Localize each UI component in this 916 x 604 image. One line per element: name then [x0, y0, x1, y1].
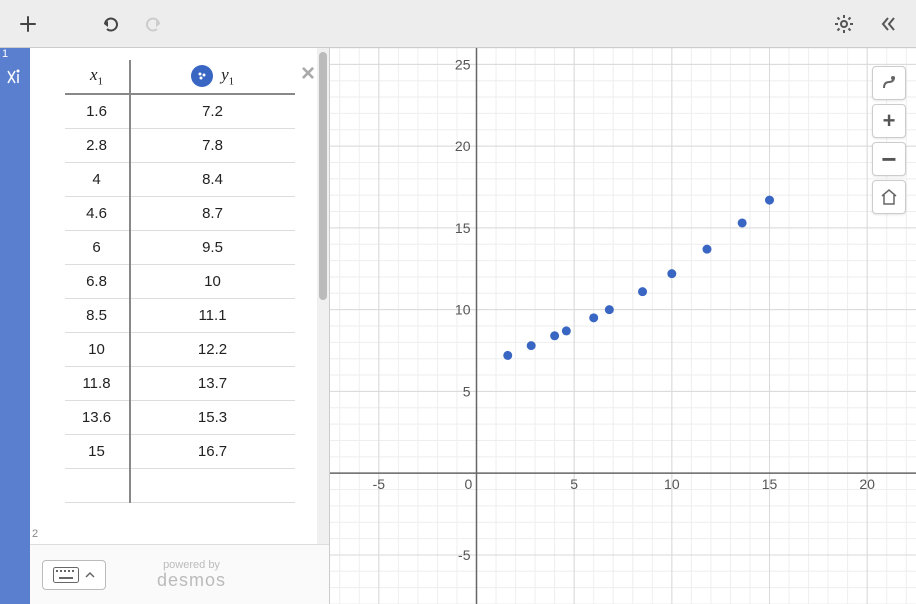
cell-y[interactable]: 15.3: [130, 400, 295, 434]
undo-button[interactable]: [92, 6, 128, 42]
svg-text:15: 15: [762, 476, 778, 492]
table-row[interactable]: 69.5: [65, 230, 295, 264]
cell-x[interactable]: 4.6: [65, 196, 130, 230]
svg-text:15: 15: [455, 220, 471, 236]
cell-y[interactable]: 7.8: [130, 128, 295, 162]
graph-settings-button[interactable]: [872, 66, 906, 100]
table-row[interactable]: 48.4: [65, 162, 295, 196]
settings-button[interactable]: [826, 6, 862, 42]
panel-scrollbar-thumb[interactable]: [319, 52, 327, 300]
cell-x[interactable]: 11.8: [65, 366, 130, 400]
table-type-icon[interactable]: [5, 68, 23, 89]
svg-text:25: 25: [455, 56, 471, 72]
column-header-x[interactable]: x1: [65, 60, 130, 94]
cell-x[interactable]: [65, 468, 130, 502]
svg-text:20: 20: [859, 476, 875, 492]
cell-y[interactable]: 12.2: [130, 332, 295, 366]
table-row[interactable]: 1516.7: [65, 434, 295, 468]
table-row[interactable]: 6.810: [65, 264, 295, 298]
cell-x[interactable]: 6: [65, 230, 130, 264]
expression-index-strip: 1: [0, 48, 30, 604]
cell-x[interactable]: 15: [65, 434, 130, 468]
main-toolbar: [0, 0, 916, 48]
powered-by-label: powered by desmos: [157, 559, 226, 591]
svg-text:0: 0: [465, 476, 473, 492]
cell-y[interactable]: 7.2: [130, 94, 295, 128]
cell-y[interactable]: 9.5: [130, 230, 295, 264]
redo-button[interactable]: [136, 6, 172, 42]
cell-y[interactable]: [130, 468, 295, 502]
cell-x[interactable]: 13.6: [65, 400, 130, 434]
table-row[interactable]: 8.511.1: [65, 298, 295, 332]
svg-text:-5: -5: [458, 547, 471, 563]
svg-text:5: 5: [570, 476, 578, 492]
add-expression-button[interactable]: [10, 6, 46, 42]
next-expression-index: 2: [32, 528, 38, 540]
cell-y[interactable]: 8.7: [130, 196, 295, 230]
home-button[interactable]: [872, 180, 906, 214]
series-color-icon[interactable]: [191, 65, 213, 87]
keyboard-toggle-button[interactable]: [42, 560, 106, 590]
table-row[interactable]: 4.68.7: [65, 196, 295, 230]
svg-text:20: 20: [455, 138, 471, 154]
table-row[interactable]: 13.615.3: [65, 400, 295, 434]
cell-y[interactable]: 13.7: [130, 366, 295, 400]
cell-x[interactable]: 1.6: [65, 94, 130, 128]
panel-scrollbar[interactable]: [317, 48, 329, 544]
zoom-in-button[interactable]: +: [872, 104, 906, 138]
delete-expression-button[interactable]: ×: [301, 60, 315, 88]
svg-text:-5: -5: [373, 476, 386, 492]
expression-index: 1: [2, 48, 8, 60]
cell-y[interactable]: 16.7: [130, 434, 295, 468]
graph-canvas[interactable]: -5 0 5 10 15 20 -5 5 10 15 20 25 + −: [330, 48, 916, 604]
cell-x[interactable]: 8.5: [65, 298, 130, 332]
cell-x[interactable]: 4: [65, 162, 130, 196]
table-row[interactable]: 1012.2: [65, 332, 295, 366]
table-row[interactable]: 2.87.8: [65, 128, 295, 162]
panel-footer: powered by desmos: [30, 544, 329, 604]
table-row-empty[interactable]: [65, 468, 295, 502]
expressions-panel: × x1 y1 1.67.22.87.848.44.68.769.56.8108…: [30, 48, 330, 604]
svg-text:5: 5: [463, 383, 471, 399]
cell-x[interactable]: 10: [65, 332, 130, 366]
cell-x[interactable]: 6.8: [65, 264, 130, 298]
collapse-panel-button[interactable]: [870, 6, 906, 42]
cell-x[interactable]: 2.8: [65, 128, 130, 162]
cell-y[interactable]: 11.1: [130, 298, 295, 332]
svg-text:10: 10: [664, 476, 680, 492]
svg-text:10: 10: [455, 302, 471, 318]
cell-y[interactable]: 10: [130, 264, 295, 298]
data-table[interactable]: x1 y1 1.67.22.87.848.44.68.769.56.8108.5…: [65, 60, 295, 503]
table-row[interactable]: 11.813.7: [65, 366, 295, 400]
column-header-y[interactable]: y1: [130, 60, 295, 94]
cell-y[interactable]: 8.4: [130, 162, 295, 196]
graph-controls: + −: [872, 66, 906, 214]
zoom-out-button[interactable]: −: [872, 142, 906, 176]
table-row[interactable]: 1.67.2: [65, 94, 295, 128]
